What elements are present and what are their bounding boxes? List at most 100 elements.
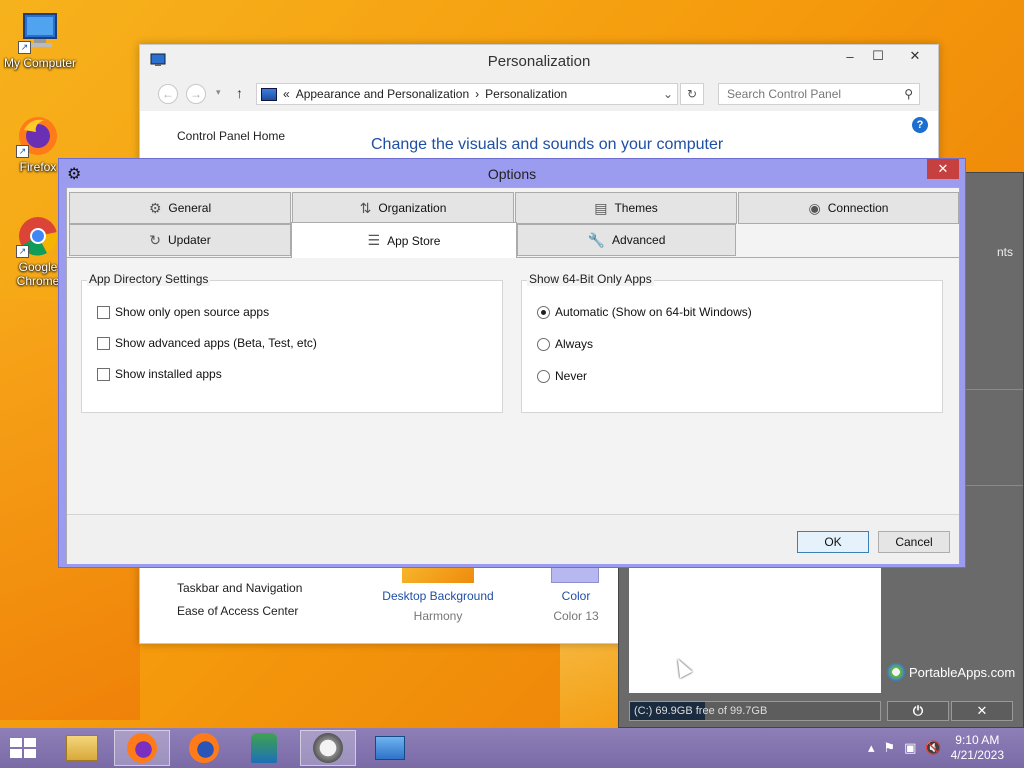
updater-icon: ↻: [149, 231, 162, 248]
close-button[interactable]: ✕: [892, 45, 938, 67]
taskbar-control-panel[interactable]: [362, 730, 418, 766]
breadcrumb-separator[interactable]: ›: [475, 84, 479, 104]
tab-app-store[interactable]: ☰ App Store: [291, 222, 517, 258]
app-list[interactable]: [629, 567, 881, 693]
maximize-button[interactable]: ☐: [864, 45, 892, 67]
network-icon[interactable]: ▣: [904, 740, 916, 756]
dialog-body: ⚙ General ⇅ Organization ▤ Themes ◉ Conn…: [66, 187, 960, 564]
search-placeholder: Search Control Panel: [727, 87, 842, 101]
portableapps-logo-text: PortableApps.com: [909, 664, 1016, 680]
taskbar-navigation-link[interactable]: Taskbar and Navigation: [177, 581, 302, 595]
taskbar-users-app[interactable]: [236, 730, 292, 766]
bit64-never-radio[interactable]: Never: [537, 369, 587, 383]
show-hidden-icons-button[interactable]: ▴: [868, 740, 875, 756]
firefox-icon: ↗: [16, 114, 60, 158]
app-directory-legend: App Directory Settings: [87, 272, 211, 286]
search-icon: ⚲: [904, 87, 913, 101]
help-icon[interactable]: ?: [912, 117, 928, 133]
power-button[interactable]: ⏻: [887, 701, 949, 721]
bit64-always-radio[interactable]: Always: [537, 337, 593, 351]
back-button[interactable]: ←: [158, 84, 178, 104]
action-center-flag-icon[interactable]: ⚑: [883, 740, 895, 756]
tab-advanced[interactable]: 🔧 Advanced: [517, 224, 736, 256]
taskbar-firefox[interactable]: [114, 730, 170, 766]
my-computer-icon: ↗: [18, 10, 62, 54]
tab-label: Connection: [827, 201, 889, 215]
clock-date: 4/21/2023: [950, 748, 1004, 762]
control-panel-icon: [261, 87, 277, 101]
checkbox-label: Show advanced apps (Beta, Test, etc): [115, 336, 317, 350]
start-button[interactable]: [10, 738, 38, 760]
checkbox[interactable]: [97, 305, 110, 319]
dialog-close-button[interactable]: ✕: [927, 159, 959, 179]
portableapps-icon: [313, 733, 343, 763]
tab-label: App Store: [387, 233, 441, 248]
checkbox[interactable]: [97, 336, 110, 350]
connection-icon: ◉: [808, 199, 821, 216]
firefox-icon: [127, 733, 157, 763]
taskbar-file-explorer[interactable]: [54, 730, 110, 766]
control-panel-home-link[interactable]: Control Panel Home: [177, 129, 285, 143]
search-input[interactable]: Search Control Panel ⚲: [718, 83, 920, 105]
tab-label: Updater: [168, 233, 211, 247]
options-dialog: ⚙ Options ✕ ⚙ General ⇅ Organization ▤ T…: [58, 158, 966, 568]
color-link[interactable]: Color: [538, 589, 614, 603]
minimize-button[interactable]: –: [836, 45, 864, 67]
tab-label: Advanced: [612, 233, 666, 247]
sort-icon: ⇅: [359, 199, 372, 216]
checkbox[interactable]: [97, 367, 110, 381]
clock-time: 9:10 AM: [955, 733, 1000, 747]
partial-label: nts: [996, 245, 1013, 259]
recent-locations-button[interactable]: ▾: [216, 87, 221, 98]
up-button[interactable]: ↑: [236, 85, 243, 101]
dialog-titlebar[interactable]: ⚙ Options ✕: [59, 159, 965, 187]
disk-usage-text: (C:) 69.9GB free of 99.7GB: [634, 705, 768, 717]
close-menu-button[interactable]: ✕: [951, 701, 1013, 721]
clock[interactable]: 9:10 AM 4/21/2023: [951, 733, 1004, 763]
radio-button[interactable]: [537, 337, 550, 351]
cancel-button[interactable]: Cancel: [878, 531, 950, 553]
breadcrumb-item[interactable]: Appearance and Personalization: [296, 84, 469, 104]
window-titlebar[interactable]: Personalization – ☐ ✕: [140, 45, 938, 77]
users-icon: [251, 733, 277, 763]
advanced-apps-checkbox[interactable]: Show advanced apps (Beta, Test, etc): [97, 336, 317, 350]
page-title: Change the visuals and sounds on your co…: [371, 136, 724, 153]
installed-apps-checkbox[interactable]: Show installed apps: [97, 367, 222, 381]
tab-label: General: [168, 201, 212, 215]
tab-general[interactable]: ⚙ General: [69, 192, 291, 224]
checkbox-label: Show only open source apps: [115, 305, 270, 319]
tab-connection[interactable]: ◉ Connection: [738, 192, 959, 224]
disk-usage-bar: (C:) 69.9GB free of 99.7GB: [629, 701, 881, 721]
active-tab-gap: [292, 256, 516, 258]
portableapps-logo[interactable]: PortableApps.com: [887, 663, 1015, 681]
theme-icon: ▤: [594, 199, 608, 216]
radio-label: Automatic (Show on 64-bit Windows): [555, 305, 752, 319]
breadcrumb-item[interactable]: Personalization: [485, 84, 567, 104]
ease-of-access-link[interactable]: Ease of Access Center: [177, 604, 298, 618]
taskbar-firefox-portable[interactable]: [176, 730, 232, 766]
desktop-icon-my-computer[interactable]: ↗ My Computer: [2, 10, 78, 70]
color-thumbnail[interactable]: [551, 567, 599, 583]
bit64-automatic-radio[interactable]: Automatic (Show on 64-bit Windows): [537, 305, 752, 319]
refresh-button[interactable]: ↻: [680, 83, 704, 105]
dialog-footer: OK Cancel: [67, 514, 959, 564]
radio-button[interactable]: [537, 369, 550, 383]
tab-updater[interactable]: ↻ Updater: [69, 224, 291, 256]
desktop-background-thumbnail[interactable]: [402, 567, 474, 583]
system-tray: ▴ ⚑ ▣ 🔇 9:10 AM 4/21/2023: [868, 728, 1024, 768]
forward-button[interactable]: →: [186, 84, 206, 104]
color-value: Color 13: [553, 609, 599, 623]
radio-button[interactable]: [537, 305, 550, 319]
tab-organization[interactable]: ⇅ Organization: [292, 192, 514, 224]
desktop-background-link[interactable]: Desktop Background: [370, 589, 506, 603]
volume-muted-icon[interactable]: 🔇: [925, 740, 941, 756]
ok-button[interactable]: OK: [797, 531, 869, 553]
tab-themes[interactable]: ▤ Themes: [515, 192, 737, 224]
open-source-checkbox[interactable]: Show only open source apps: [97, 305, 269, 319]
tab-label: Themes: [614, 201, 658, 215]
chevron-down-icon[interactable]: ⌄: [663, 84, 673, 104]
address-bar[interactable]: « Appearance and Personalization › Perso…: [256, 83, 678, 105]
divider: [963, 389, 1023, 390]
taskbar-portableapps[interactable]: [300, 730, 356, 766]
grid-list-icon: ☰: [367, 232, 381, 248]
